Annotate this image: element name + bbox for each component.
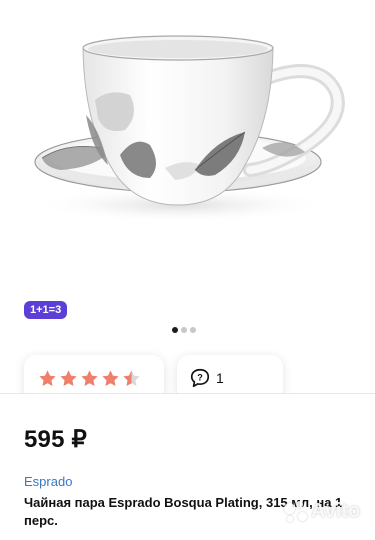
star-full-icon <box>102 369 119 386</box>
avito-logo-icon <box>282 500 308 523</box>
svg-text:?: ? <box>197 372 203 382</box>
avito-watermark-text: Avito <box>311 500 361 522</box>
avito-watermark: Avito <box>282 500 360 523</box>
pager-dot-3[interactable] <box>190 327 196 333</box>
gallery-pager <box>172 327 196 333</box>
promo-badge: 1+1=3 <box>24 301 68 319</box>
pager-dot-1[interactable] <box>172 327 178 333</box>
star-full-icon <box>81 369 98 386</box>
speech-bubble-question-icon: ? <box>190 368 210 388</box>
teacup-illustration <box>30 35 345 223</box>
product-image[interactable] <box>0 0 375 300</box>
reviews-count: 1 <box>216 370 224 386</box>
seller-link[interactable]: Esprado <box>24 474 72 489</box>
star-full-icon <box>39 369 56 386</box>
price: 595 ₽ <box>24 426 87 453</box>
pager-dot-2[interactable] <box>181 327 187 333</box>
star-full-icon <box>60 369 77 386</box>
star-half-icon <box>123 369 140 386</box>
